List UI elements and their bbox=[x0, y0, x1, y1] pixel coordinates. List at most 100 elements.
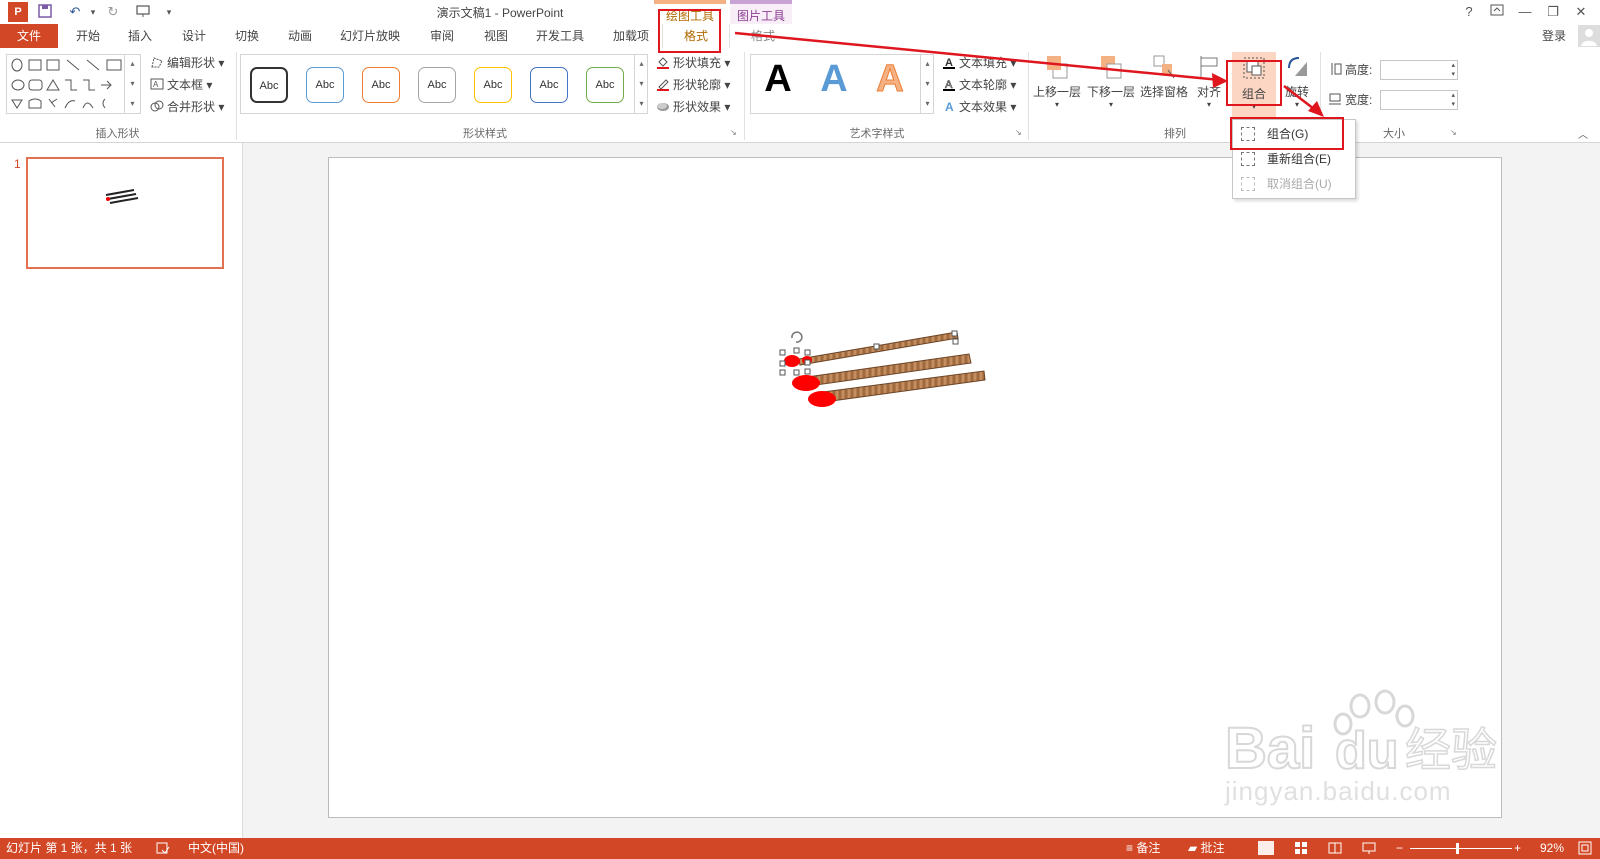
style-swatch-6[interactable]: Abc bbox=[530, 67, 568, 103]
shape-fill-button[interactable]: 形状填充 ▾ bbox=[656, 53, 730, 73]
shapes-gallery-scroll[interactable]: ▴ ▾ ▾ bbox=[124, 54, 140, 114]
text-outline-button[interactable]: A 文本轮廓 ▾ bbox=[942, 75, 1016, 95]
width-input[interactable]: ▴ ▾ bbox=[1380, 90, 1458, 110]
slide-number: 1 bbox=[14, 157, 21, 171]
baidu-watermark: Bai du 经验 jingyan.baidu.com bbox=[1224, 688, 1525, 818]
minimize-icon[interactable]: — bbox=[1516, 3, 1534, 21]
zoom-slider-track[interactable] bbox=[1410, 848, 1512, 849]
zoom-slider-thumb[interactable] bbox=[1456, 843, 1459, 854]
tab-insert[interactable]: 插入 bbox=[120, 24, 160, 48]
separator bbox=[236, 52, 237, 140]
shape-outline-button[interactable]: 形状轮廓 ▾ bbox=[656, 75, 730, 95]
status-bar: 幻灯片 第 1 张，共 1 张 中文(中国) ≡ 备注 ▰ 批注 − + 92% bbox=[0, 838, 1600, 859]
normal-view-icon[interactable] bbox=[1258, 841, 1274, 855]
style-swatch-7[interactable]: Abc bbox=[586, 67, 624, 103]
zoom-level[interactable]: 92% bbox=[1540, 841, 1564, 856]
close-icon[interactable]: ✕ bbox=[1572, 3, 1590, 21]
align-icon bbox=[1197, 54, 1221, 80]
avatar[interactable] bbox=[1578, 25, 1600, 47]
shape-styles-scroll[interactable]: ▴ ▾ ▾ bbox=[634, 54, 648, 114]
tab-home[interactable]: 开始 bbox=[68, 24, 108, 48]
style-swatch-4[interactable]: Abc bbox=[418, 67, 456, 103]
width-label: 宽度: bbox=[1328, 90, 1372, 110]
selection-pane-button[interactable]: 选择窗格 bbox=[1138, 54, 1190, 100]
comment-icon: ▰ bbox=[1188, 841, 1198, 855]
style-swatch-5[interactable]: Abc bbox=[474, 67, 512, 103]
ribbon-display-options-icon[interactable] bbox=[1488, 3, 1506, 21]
text-outline-icon: A bbox=[942, 77, 956, 91]
height-input[interactable]: ▴ ▾ bbox=[1380, 60, 1458, 80]
tab-transitions[interactable]: 切换 bbox=[227, 24, 267, 48]
tab-review[interactable]: 审阅 bbox=[422, 24, 462, 48]
width-spinner[interactable]: ▴ ▾ bbox=[1451, 91, 1455, 109]
dialog-launcher-icon[interactable]: ↘ bbox=[1015, 128, 1022, 137]
wordart-style-orange[interactable]: A bbox=[872, 58, 908, 104]
rotate-icon bbox=[1285, 54, 1309, 80]
collapse-ribbon-icon[interactable]: ︿ bbox=[1578, 126, 1588, 141]
bring-forward-button[interactable]: 上移一层 ▾ bbox=[1032, 54, 1082, 109]
fit-to-window-icon[interactable] bbox=[1578, 841, 1592, 856]
tab-design[interactable]: 设计 bbox=[174, 24, 214, 48]
zoom-in-button[interactable]: + bbox=[1514, 841, 1521, 856]
rotate-button[interactable]: 旋转 ▾ bbox=[1278, 54, 1316, 109]
highlight-group-menu-item bbox=[1230, 117, 1344, 150]
separator bbox=[1028, 52, 1029, 140]
notes-icon: ≡ bbox=[1126, 841, 1134, 855]
wordart-style-black[interactable]: A bbox=[760, 58, 796, 104]
zoom-out-button[interactable]: − bbox=[1396, 841, 1403, 856]
align-button[interactable]: 对齐 ▾ bbox=[1192, 54, 1226, 109]
send-backward-button[interactable]: 下移一层 ▾ bbox=[1086, 54, 1136, 109]
ribbon-tabs: 文件 开始 插入 设计 切换 动画 幻灯片放映 审阅 视图 开发工具 加载项 格… bbox=[0, 24, 1600, 48]
wordart-scroll[interactable]: ▴ ▾ ▾ bbox=[920, 54, 934, 114]
merge-shapes-button[interactable]: 合并形状 ▾ bbox=[150, 97, 224, 117]
text-effects-icon: A bbox=[942, 99, 956, 114]
shape-effects-icon bbox=[656, 99, 670, 113]
watermark-url: jingyan.baidu.com bbox=[1225, 776, 1452, 806]
selection-pane-icon bbox=[1152, 54, 1176, 80]
slideshow-view-icon[interactable] bbox=[1362, 841, 1376, 856]
tab-developer[interactable]: 开发工具 bbox=[530, 24, 590, 48]
thumbnail-matches bbox=[105, 189, 139, 204]
edit-shape-button[interactable]: 编辑形状 ▾ bbox=[150, 53, 224, 73]
dialog-launcher-icon[interactable]: ↘ bbox=[1450, 128, 1457, 137]
slide-thumbnail[interactable] bbox=[26, 157, 224, 269]
shapes-gallery[interactable] bbox=[6, 54, 141, 114]
style-swatch-2[interactable]: Abc bbox=[306, 67, 344, 103]
height-spinner[interactable]: ▴ ▾ bbox=[1451, 61, 1455, 79]
tab-file[interactable]: 文件 bbox=[0, 24, 58, 48]
highlight-group-button bbox=[1226, 60, 1282, 106]
text-box-button[interactable]: A 文本框 ▾ bbox=[150, 75, 212, 95]
tab-view[interactable]: 视图 bbox=[476, 24, 516, 48]
style-swatch-3[interactable]: Abc bbox=[362, 67, 400, 103]
slide-sorter-icon[interactable] bbox=[1294, 841, 1308, 856]
shape-effects-button[interactable]: 形状效果 ▾ bbox=[656, 97, 730, 117]
text-effects-button[interactable]: A 文本效果 ▾ bbox=[942, 97, 1016, 117]
style-swatch-1[interactable]: Abc bbox=[250, 67, 288, 103]
reading-view-icon[interactable] bbox=[1328, 841, 1342, 856]
watermark-brand-a: Bai bbox=[1225, 716, 1315, 781]
tab-addins[interactable]: 加载项 bbox=[606, 24, 656, 48]
watermark-brand-b: du bbox=[1335, 722, 1399, 780]
send-backward-icon bbox=[1099, 54, 1123, 80]
notes-button[interactable]: ≡ 备注 bbox=[1126, 841, 1160, 856]
width-icon bbox=[1328, 92, 1342, 106]
height-label: 高度: bbox=[1328, 60, 1372, 80]
help-icon[interactable]: ? bbox=[1460, 3, 1478, 21]
tab-format-picture[interactable]: 格式 bbox=[734, 24, 792, 48]
tab-animations[interactable]: 动画 bbox=[280, 24, 320, 48]
svg-text:A: A bbox=[153, 80, 159, 89]
comments-button[interactable]: ▰ 批注 bbox=[1188, 841, 1225, 856]
group-label-shape-styles: 形状样式 bbox=[463, 128, 507, 140]
menu-item-regroup[interactable]: 重新组合(E) bbox=[1233, 147, 1355, 171]
wordart-style-blue[interactable]: A bbox=[816, 58, 852, 104]
signin-link[interactable]: 登录 bbox=[1534, 24, 1574, 48]
restore-icon[interactable]: ❐ bbox=[1544, 3, 1562, 21]
svg-text:A: A bbox=[945, 100, 954, 113]
window-title: 演示文稿1 - PowerPoint bbox=[436, 6, 564, 20]
text-fill-button[interactable]: A 文本填充 ▾ bbox=[942, 53, 1016, 73]
tab-slideshow[interactable]: 幻灯片放映 bbox=[335, 24, 405, 48]
language-indicator[interactable]: 中文(中国) bbox=[188, 841, 244, 856]
spell-check-icon[interactable] bbox=[156, 841, 170, 856]
text-box-icon: A bbox=[150, 77, 164, 91]
dialog-launcher-icon[interactable]: ↘ bbox=[730, 128, 737, 137]
